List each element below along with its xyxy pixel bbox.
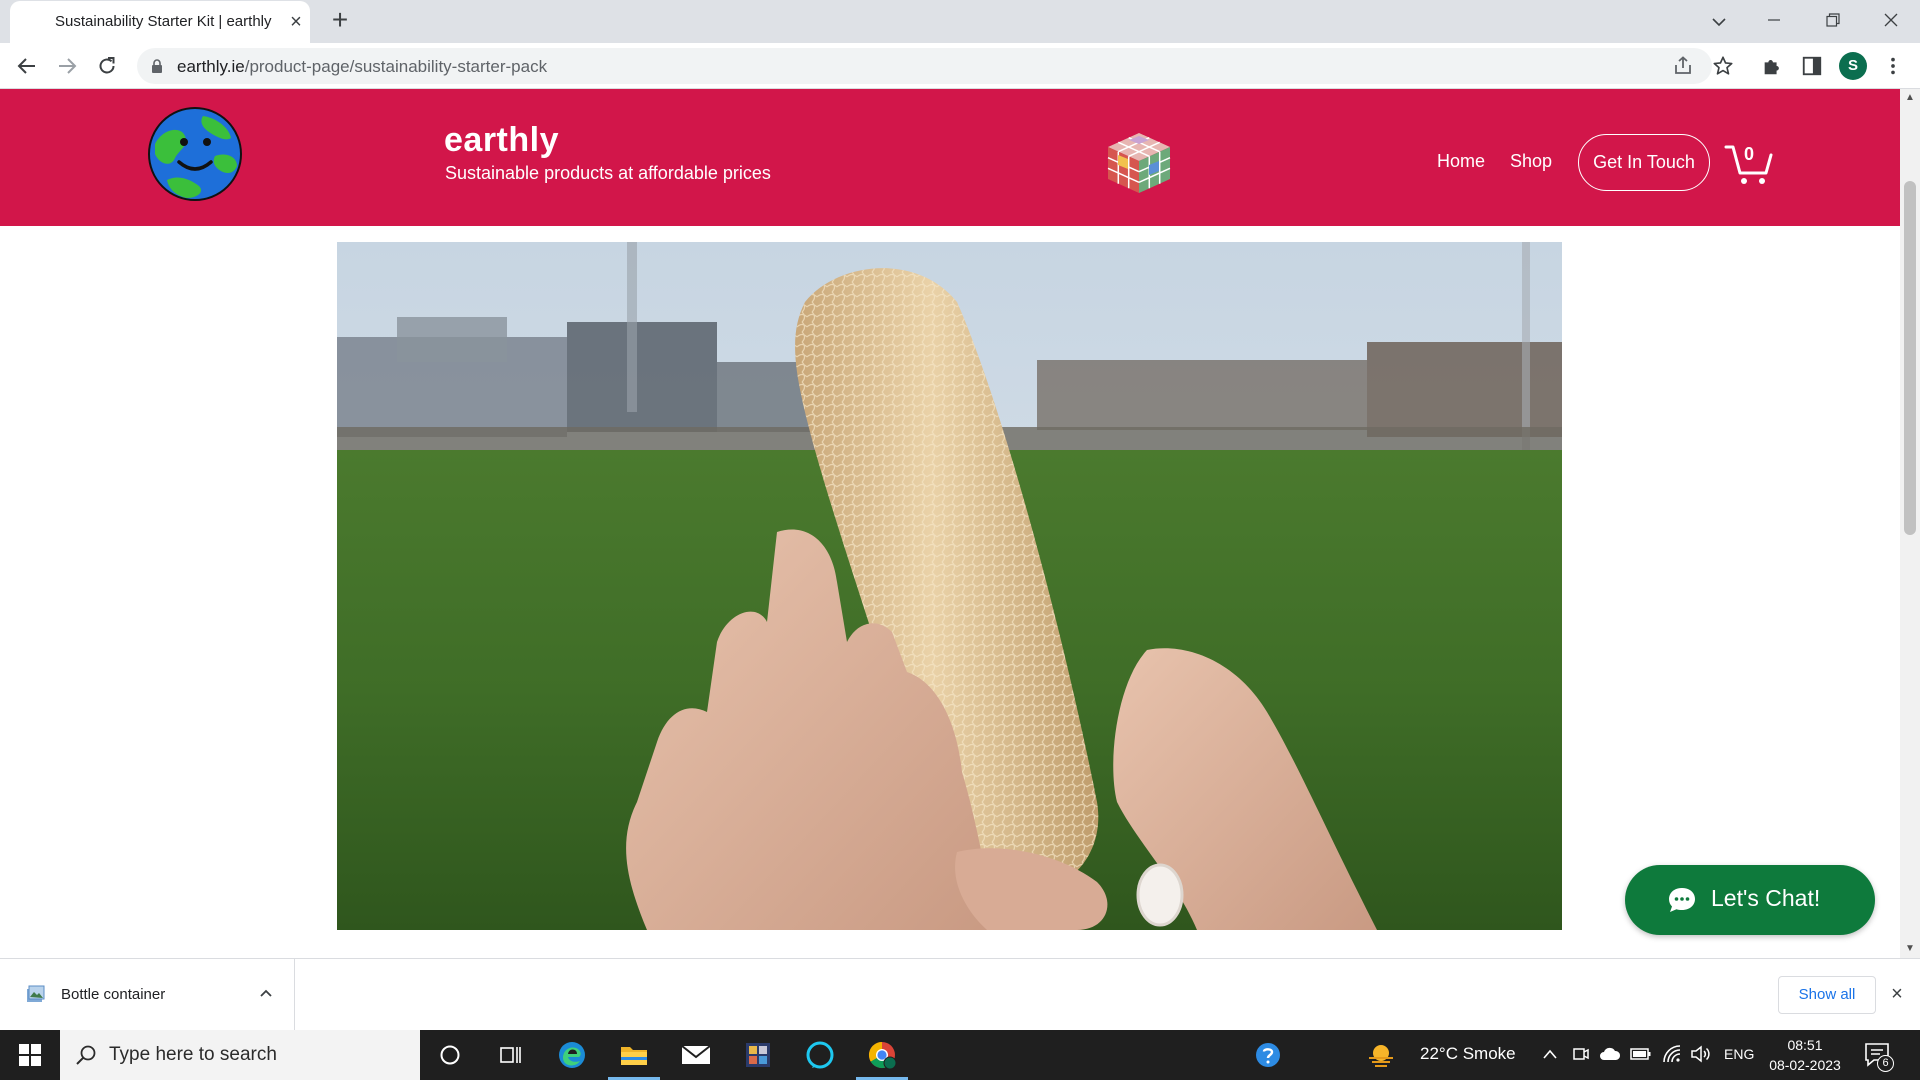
site-header: earthly Sustainable products at affordab… <box>0 89 1900 226</box>
product-image[interactable] <box>337 242 1562 930</box>
page-viewport: earthly Sustainable products at affordab… <box>0 89 1900 958</box>
rubiks-cube-icon <box>1107 133 1171 193</box>
close-window-icon[interactable] <box>1871 6 1911 36</box>
share-icon[interactable] <box>1672 55 1694 77</box>
help-icon[interactable] <box>1238 1030 1298 1080</box>
alexa-icon[interactable] <box>790 1030 850 1080</box>
lock-icon[interactable] <box>151 59 163 79</box>
new-tab-icon[interactable]: + <box>326 6 354 34</box>
forward-arrow-icon[interactable] <box>51 50 83 82</box>
photos-app-icon[interactable] <box>728 1030 788 1080</box>
weather-icon[interactable] <box>1366 1030 1396 1080</box>
download-shelf: Bottle container Show all × <box>0 958 1920 1031</box>
system-clock[interactable]: 08:51 08-02-2023 <box>1760 1035 1850 1075</box>
onedrive-cloud-icon[interactable] <box>1599 1045 1621 1063</box>
wifi-icon[interactable] <box>1662 1044 1682 1064</box>
mail-icon[interactable] <box>666 1030 726 1080</box>
browser-toolbar: earthly.ie/product-page/sustainability-s… <box>0 43 1920 89</box>
scroll-up-arrow-icon[interactable]: ▲ <box>1905 93 1915 103</box>
url-text: earthly.ie/product-page/sustainability-s… <box>177 57 547 77</box>
search-icon <box>76 1045 96 1065</box>
tray-chevron-up-icon[interactable] <box>1542 1048 1558 1060</box>
chrome-browser-icon[interactable] <box>852 1030 912 1080</box>
windows-taskbar: Type here to search 22°C Smoke ENG 08:51… <box>0 1030 1920 1080</box>
tab-strip: Sustainability Starter Kit | earthly × + <box>0 0 1920 43</box>
scrollbar-thumb[interactable] <box>1904 181 1916 535</box>
earth-logo-icon[interactable] <box>145 106 245 202</box>
battery-icon[interactable] <box>1630 1046 1652 1062</box>
tab-search-chevron-icon[interactable] <box>1699 6 1739 36</box>
show-all-downloads-button[interactable]: Show all <box>1778 976 1876 1014</box>
weather-text[interactable]: 22°C Smoke <box>1420 1044 1516 1064</box>
address-bar[interactable]: earthly.ie/product-page/sustainability-s… <box>137 48 1712 84</box>
minimize-icon[interactable] <box>1754 6 1794 36</box>
extensions-puzzle-icon[interactable] <box>1761 55 1785 79</box>
taskbar-search-box[interactable]: Type here to search <box>60 1030 420 1080</box>
get-in-touch-button[interactable]: Get In Touch <box>1578 134 1710 191</box>
clock-time: 08:51 <box>1787 1037 1823 1053</box>
tab-title: Sustainability Starter Kit | earthly <box>55 13 272 30</box>
notification-count-badge: 6 <box>1877 1055 1894 1072</box>
profile-avatar[interactable]: S <box>1839 52 1867 80</box>
windows-start-icon[interactable] <box>0 1030 60 1080</box>
scroll-down-arrow-icon[interactable]: ▼ <box>1905 944 1915 954</box>
chat-button-label: Let's Chat! <box>1711 885 1821 911</box>
download-file-name: Bottle container <box>61 986 166 1003</box>
lets-chat-button[interactable]: Let's Chat! <box>1625 865 1875 935</box>
volume-icon[interactable] <box>1690 1044 1712 1064</box>
reload-icon[interactable] <box>91 50 123 82</box>
url-path: /product-page/sustainability-starter-pac… <box>244 57 548 76</box>
cortana-icon[interactable] <box>420 1030 480 1080</box>
tab-close-icon[interactable]: × <box>286 12 306 32</box>
restore-icon[interactable] <box>1813 6 1853 36</box>
chevron-up-icon[interactable] <box>258 985 274 1001</box>
nav-shop-link[interactable]: Shop <box>1510 151 1552 172</box>
edge-browser-icon[interactable] <box>542 1030 602 1080</box>
site-tagline: Sustainable products at affordable price… <box>445 163 771 183</box>
back-arrow-icon[interactable] <box>11 50 43 82</box>
page-scrollbar[interactable]: ▲ ▼ <box>1900 89 1920 958</box>
download-item[interactable]: Bottle container <box>0 959 295 1031</box>
input-language[interactable]: ENG <box>1724 1046 1754 1062</box>
close-shelf-icon[interactable]: × <box>1887 984 1907 1004</box>
search-placeholder: Type here to search <box>109 1044 277 1065</box>
browser-menu-icon[interactable] <box>1882 55 1906 79</box>
cart-count-badge[interactable]: 0 <box>1744 144 1754 165</box>
file-explorer-icon[interactable] <box>604 1030 664 1080</box>
url-host: earthly.ie <box>177 57 245 76</box>
nav-home-link[interactable]: Home <box>1437 151 1485 172</box>
image-file-icon <box>27 985 45 1002</box>
task-view-icon[interactable] <box>480 1030 540 1080</box>
chat-bubble-icon <box>1669 888 1695 912</box>
clock-date: 08-02-2023 <box>1769 1057 1841 1073</box>
browser-tab[interactable]: Sustainability Starter Kit | earthly × <box>10 1 310 43</box>
side-panel-icon[interactable] <box>1801 55 1825 79</box>
site-brand-name[interactable]: earthly <box>444 121 559 160</box>
bookmark-star-icon[interactable] <box>1712 55 1736 79</box>
meet-now-icon[interactable] <box>1572 1045 1590 1063</box>
